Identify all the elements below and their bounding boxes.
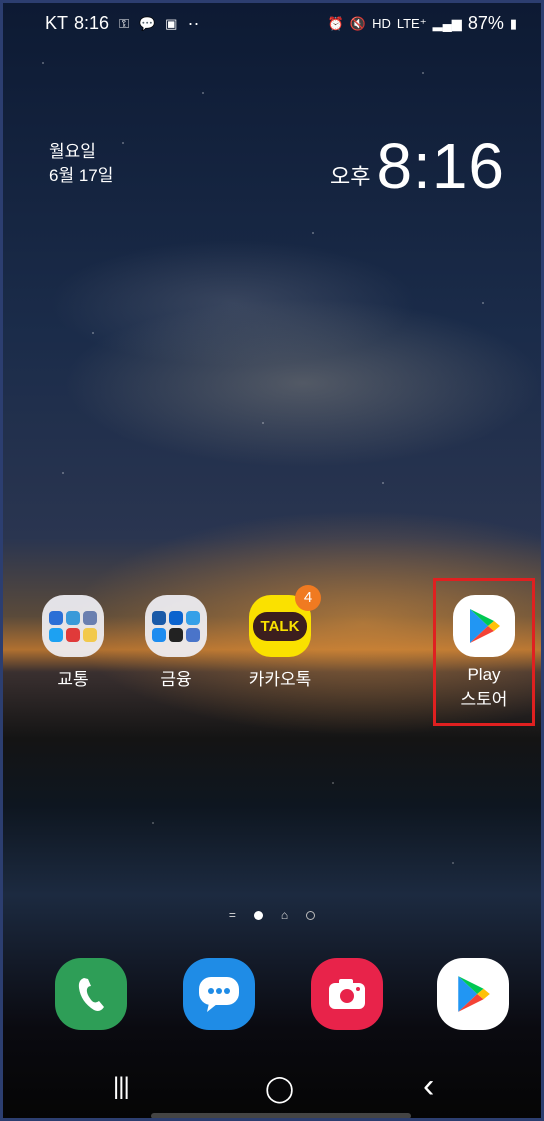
page-dot-active	[253, 910, 263, 920]
talk-bubble: TALK	[252, 611, 308, 641]
carrier-label: KT	[45, 13, 69, 33]
home-button[interactable]: ◯	[265, 1073, 294, 1104]
home-screen: KT 8:16 ⚿ 💬 ▣ ·· ⏰ 🔇 HD LTE⁺ ▂▄▆ 87% ▮ 월…	[0, 0, 544, 1121]
menu-indicator-icon: =	[228, 908, 236, 922]
notification-badge: 4	[295, 585, 321, 611]
app-label: 교통	[57, 670, 89, 689]
gallery-icon: ▣	[165, 15, 178, 31]
alarm-icon: ⏰	[327, 15, 344, 31]
app-label: 금융	[160, 670, 192, 689]
status-bar: KT 8:16 ⚿ 💬 ▣ ·· ⏰ 🔇 HD LTE⁺ ▂▄▆ 87% ▮	[3, 9, 541, 39]
mute-icon: 🔇	[349, 15, 367, 31]
dock-camera[interactable]	[311, 958, 383, 1030]
clock-time: 8:16	[376, 130, 505, 202]
app-label: 카카오톡	[248, 670, 312, 689]
folder-finance[interactable]: 금융	[128, 595, 224, 690]
messages-icon	[199, 977, 239, 1012]
battery-icon: ▮	[509, 15, 517, 31]
phone-icon	[78, 978, 104, 1011]
date-label: 6월 17일	[49, 166, 114, 185]
folder-icon	[42, 595, 104, 657]
battery-percent: 87%	[467, 13, 504, 33]
clock-widget[interactable]: 오후 8:16	[330, 131, 505, 201]
key-icon: ⚿	[119, 15, 129, 31]
network-type: LTE⁺	[396, 15, 427, 31]
date-widget[interactable]: 월요일 6월 17일	[49, 140, 113, 188]
dock-play-store[interactable]	[437, 958, 509, 1030]
back-button[interactable]: ‹	[423, 1067, 434, 1106]
gesture-bar	[151, 1113, 411, 1118]
app-kakaotalk[interactable]: TALK 4 카카오톡	[232, 585, 328, 690]
status-time: 8:16	[74, 13, 110, 33]
page-indicator[interactable]: = ⌂	[3, 908, 541, 922]
home-page-icon: ⌂	[280, 908, 289, 922]
kakaotalk-icon: TALK 4	[249, 585, 321, 657]
play-store-icon	[458, 976, 490, 1012]
talk-icon: 💬	[138, 15, 156, 31]
signal-icon: ▂▄▆	[432, 15, 462, 31]
highlight-box	[433, 578, 535, 726]
folder-icon	[145, 595, 207, 657]
folder-transport[interactable]: 교통	[25, 595, 121, 690]
page-dot	[306, 910, 316, 920]
hd-icon: HD	[372, 15, 391, 31]
more-notifications: ··	[187, 13, 200, 33]
dock-messages[interactable]	[183, 958, 255, 1030]
camera-icon	[329, 979, 365, 1009]
ampm-label: 오후	[329, 164, 371, 189]
recents-button[interactable]: |||	[113, 1073, 130, 1101]
dock-phone[interactable]	[55, 958, 127, 1030]
weekday-label: 월요일	[49, 142, 96, 161]
navigation-bar: ||| ◯ ‹	[3, 1063, 541, 1118]
